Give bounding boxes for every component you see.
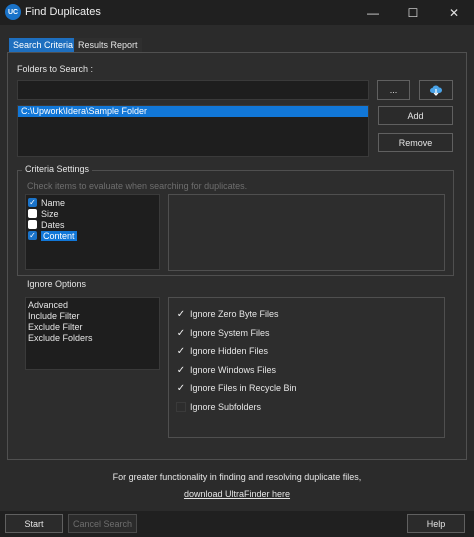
- list-item[interactable]: Include Filter: [26, 311, 159, 322]
- ignore-system-checkbox[interactable]: ✓ Ignore System Files: [176, 327, 270, 339]
- cancel-search-button[interactable]: Cancel Search: [68, 514, 137, 533]
- list-item[interactable]: Exclude Folders: [26, 333, 159, 344]
- checkbox-checked-icon: ✓: [28, 198, 37, 207]
- footer-message: For greater functionality in finding and…: [112, 472, 362, 482]
- close-icon: ✕: [448, 5, 460, 20]
- ignore-windows-checkbox[interactable]: ✓ Ignore Windows Files: [176, 364, 276, 376]
- criteria-details-panel: [168, 194, 445, 271]
- checkbox-checked-icon: ✓: [28, 231, 37, 240]
- ignore-recycle-bin-checkbox[interactable]: ✓ Ignore Files in Recycle Bin: [176, 382, 297, 394]
- check-icon: ✓: [176, 327, 186, 339]
- criteria-label: Content: [41, 230, 77, 241]
- criteria-hint: Check items to evaluate when searching f…: [27, 181, 248, 191]
- criteria-item-dates[interactable]: Dates: [28, 219, 157, 230]
- browse-label: ...: [389, 85, 398, 95]
- ignore-filter-list[interactable]: Advanced Include Filter Exclude Filter E…: [25, 297, 160, 370]
- add-label: Add: [407, 110, 424, 121]
- tab-search-criteria[interactable]: Search Criteria: [9, 38, 78, 52]
- check-icon: ✓: [176, 345, 186, 357]
- ignore-option-label: Ignore System Files: [190, 328, 270, 338]
- footer-link-row: download UltraFinder here: [0, 489, 474, 499]
- cloud-icon: [430, 85, 443, 96]
- folder-path-input[interactable]: [17, 80, 369, 100]
- add-button[interactable]: Add: [378, 106, 453, 125]
- remove-button[interactable]: Remove: [378, 133, 453, 152]
- checkbox-unchecked-icon: [28, 220, 37, 229]
- browse-button[interactable]: ...: [377, 80, 410, 100]
- maximize-icon: ☐: [407, 5, 419, 20]
- criteria-item-content[interactable]: ✓ Content: [28, 230, 157, 241]
- criteria-list[interactable]: ✓ Name Size Dates ✓ Content: [25, 194, 160, 270]
- remove-label: Remove: [398, 137, 433, 148]
- list-item[interactable]: Advanced: [26, 300, 159, 311]
- app-icon: UC: [5, 4, 21, 20]
- ignore-options-title: Ignore Options: [27, 279, 87, 289]
- minimize-button[interactable]: —: [353, 0, 393, 25]
- criteria-item-size[interactable]: Size: [28, 208, 157, 219]
- window-title: Find Duplicates: [25, 6, 101, 18]
- checkbox-unchecked-icon: [176, 402, 186, 412]
- start-button[interactable]: Start: [5, 514, 63, 533]
- criteria-label: Size: [41, 208, 59, 219]
- ignore-option-label: Ignore Windows Files: [190, 365, 277, 375]
- criteria-label: Dates: [41, 219, 65, 230]
- download-ultrafinder-link[interactable]: download UltraFinder here: [184, 489, 290, 499]
- cloud-add-button[interactable]: [419, 80, 453, 100]
- check-icon: ✓: [176, 364, 186, 376]
- list-item[interactable]: C:\Upwork\Idera\Sample Folder: [18, 106, 368, 117]
- minimize-icon: —: [367, 5, 379, 20]
- folder-list[interactable]: C:\Upwork\Idera\Sample Folder: [17, 105, 369, 157]
- checkbox-unchecked-icon: [28, 209, 37, 218]
- ignore-option-label: Ignore Files in Recycle Bin: [190, 383, 297, 393]
- ignore-zero-byte-checkbox[interactable]: ✓ Ignore Zero Byte Files: [176, 308, 279, 320]
- ignore-subfolders-checkbox[interactable]: Ignore Subfolders: [176, 401, 261, 413]
- ignore-hidden-checkbox[interactable]: ✓ Ignore Hidden Files: [176, 345, 268, 357]
- ignore-option-label: Ignore Hidden Files: [190, 346, 269, 356]
- ignore-option-label: Ignore Zero Byte Files: [190, 309, 279, 319]
- start-label: Start: [24, 518, 44, 529]
- cancel-label: Cancel Search: [72, 518, 133, 529]
- maximize-button[interactable]: ☐: [393, 0, 433, 25]
- criteria-settings-title: Criteria Settings: [22, 164, 93, 174]
- tab-results-report[interactable]: Results Report: [74, 38, 142, 52]
- check-icon: ✓: [176, 382, 186, 394]
- close-button[interactable]: ✕: [434, 0, 474, 25]
- help-label: Help: [426, 518, 446, 529]
- check-icon: ✓: [176, 308, 186, 320]
- list-item[interactable]: Exclude Filter: [26, 322, 159, 333]
- ignore-option-label: Ignore Subfolders: [190, 402, 262, 412]
- criteria-label: Name: [41, 197, 66, 208]
- folders-label: Folders to Search :: [17, 64, 94, 74]
- criteria-item-name[interactable]: ✓ Name: [28, 197, 157, 208]
- help-button[interactable]: Help: [407, 514, 465, 533]
